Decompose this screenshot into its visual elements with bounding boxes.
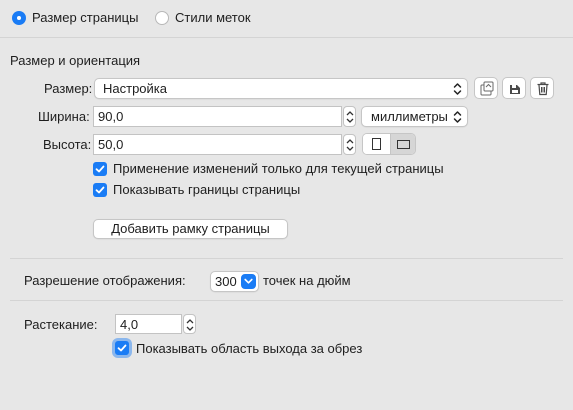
add-frame-label: Добавить рамку страницы bbox=[111, 221, 270, 236]
save-preset-button[interactable] bbox=[474, 77, 498, 99]
size-label: Размер: bbox=[44, 81, 93, 96]
resolution-label: Разрешение отображения: bbox=[24, 273, 186, 288]
width-label: Ширина: bbox=[38, 109, 90, 124]
divider bbox=[0, 37, 573, 38]
chevron-updown-icon bbox=[453, 111, 462, 123]
load-preset-button[interactable] bbox=[502, 77, 526, 99]
portrait-icon bbox=[372, 138, 381, 150]
tab-label-styles-label: Стили меток bbox=[175, 10, 251, 25]
trash-icon bbox=[537, 82, 549, 96]
radio-unselected-icon[interactable] bbox=[155, 11, 169, 25]
size-select-value: Настройка bbox=[103, 81, 167, 96]
resolution-unit: точек на дюйм bbox=[263, 273, 351, 288]
show-bleed-checkbox-row[interactable]: Показывать область выхода за обрез bbox=[114, 339, 364, 359]
landscape-icon bbox=[397, 140, 410, 149]
add-frame-button[interactable]: Добавить рамку страницы bbox=[93, 219, 288, 239]
width-field[interactable]: 90,0 bbox=[93, 106, 342, 127]
units-select[interactable]: миллиметры bbox=[361, 106, 468, 127]
resolution-value: 300 bbox=[215, 274, 237, 289]
resolution-dropdown-button[interactable] bbox=[241, 274, 256, 289]
chevron-updown-icon bbox=[453, 83, 462, 95]
checkmark-icon bbox=[95, 186, 105, 194]
save-preset-icon bbox=[480, 81, 494, 96]
bleed-value: 4,0 bbox=[120, 317, 139, 332]
apply-current-checkbox[interactable] bbox=[93, 162, 107, 176]
stepper-arrows-icon bbox=[346, 139, 354, 151]
bleed-field[interactable]: 4,0 bbox=[115, 314, 182, 334]
size-select[interactable]: Настройка bbox=[94, 78, 468, 99]
tab-page-size-label: Размер страницы bbox=[32, 10, 139, 25]
units-select-value: миллиметры bbox=[371, 109, 448, 124]
show-bleed-label: Показывать область выхода за обрез bbox=[136, 341, 363, 356]
tab-label-styles[interactable]: Стили меток bbox=[155, 9, 265, 27]
landscape-button[interactable] bbox=[390, 134, 415, 154]
orientation-segmented[interactable] bbox=[362, 133, 416, 155]
show-borders-checkbox[interactable] bbox=[93, 183, 107, 197]
divider bbox=[10, 300, 563, 301]
stepper-arrows-icon bbox=[186, 319, 194, 331]
height-value: 50,0 bbox=[98, 137, 124, 152]
bleed-stepper[interactable] bbox=[183, 314, 196, 334]
bleed-label: Растекание: bbox=[24, 317, 98, 332]
checkmark-icon bbox=[95, 165, 105, 173]
radio-selected-icon[interactable] bbox=[12, 11, 26, 25]
height-stepper[interactable] bbox=[343, 134, 356, 155]
apply-current-label: Применение изменений только для текущей … bbox=[113, 161, 444, 176]
width-stepper[interactable] bbox=[343, 106, 356, 127]
load-preset-icon bbox=[510, 85, 520, 94]
checkmark-icon bbox=[117, 344, 127, 352]
delete-preset-button[interactable] bbox=[530, 77, 554, 99]
stepper-arrows-icon bbox=[346, 111, 354, 123]
apply-current-checkbox-row[interactable]: Применение изменений только для текущей … bbox=[93, 161, 453, 179]
width-value: 90,0 bbox=[98, 109, 124, 124]
tab-page-size[interactable]: Размер страницы bbox=[12, 9, 147, 27]
show-borders-checkbox-row[interactable]: Показывать границы страницы bbox=[93, 182, 313, 200]
chevron-down-icon bbox=[244, 278, 253, 284]
height-field[interactable]: 50,0 bbox=[93, 134, 342, 155]
show-borders-label: Показывать границы страницы bbox=[113, 182, 301, 197]
section-title: Размер и ориентация bbox=[10, 53, 141, 68]
resolution-select[interactable]: 300 bbox=[210, 271, 259, 292]
divider bbox=[10, 258, 563, 259]
show-bleed-checkbox[interactable] bbox=[115, 341, 129, 355]
height-label: Высота: bbox=[43, 137, 92, 152]
portrait-button[interactable] bbox=[363, 134, 390, 154]
